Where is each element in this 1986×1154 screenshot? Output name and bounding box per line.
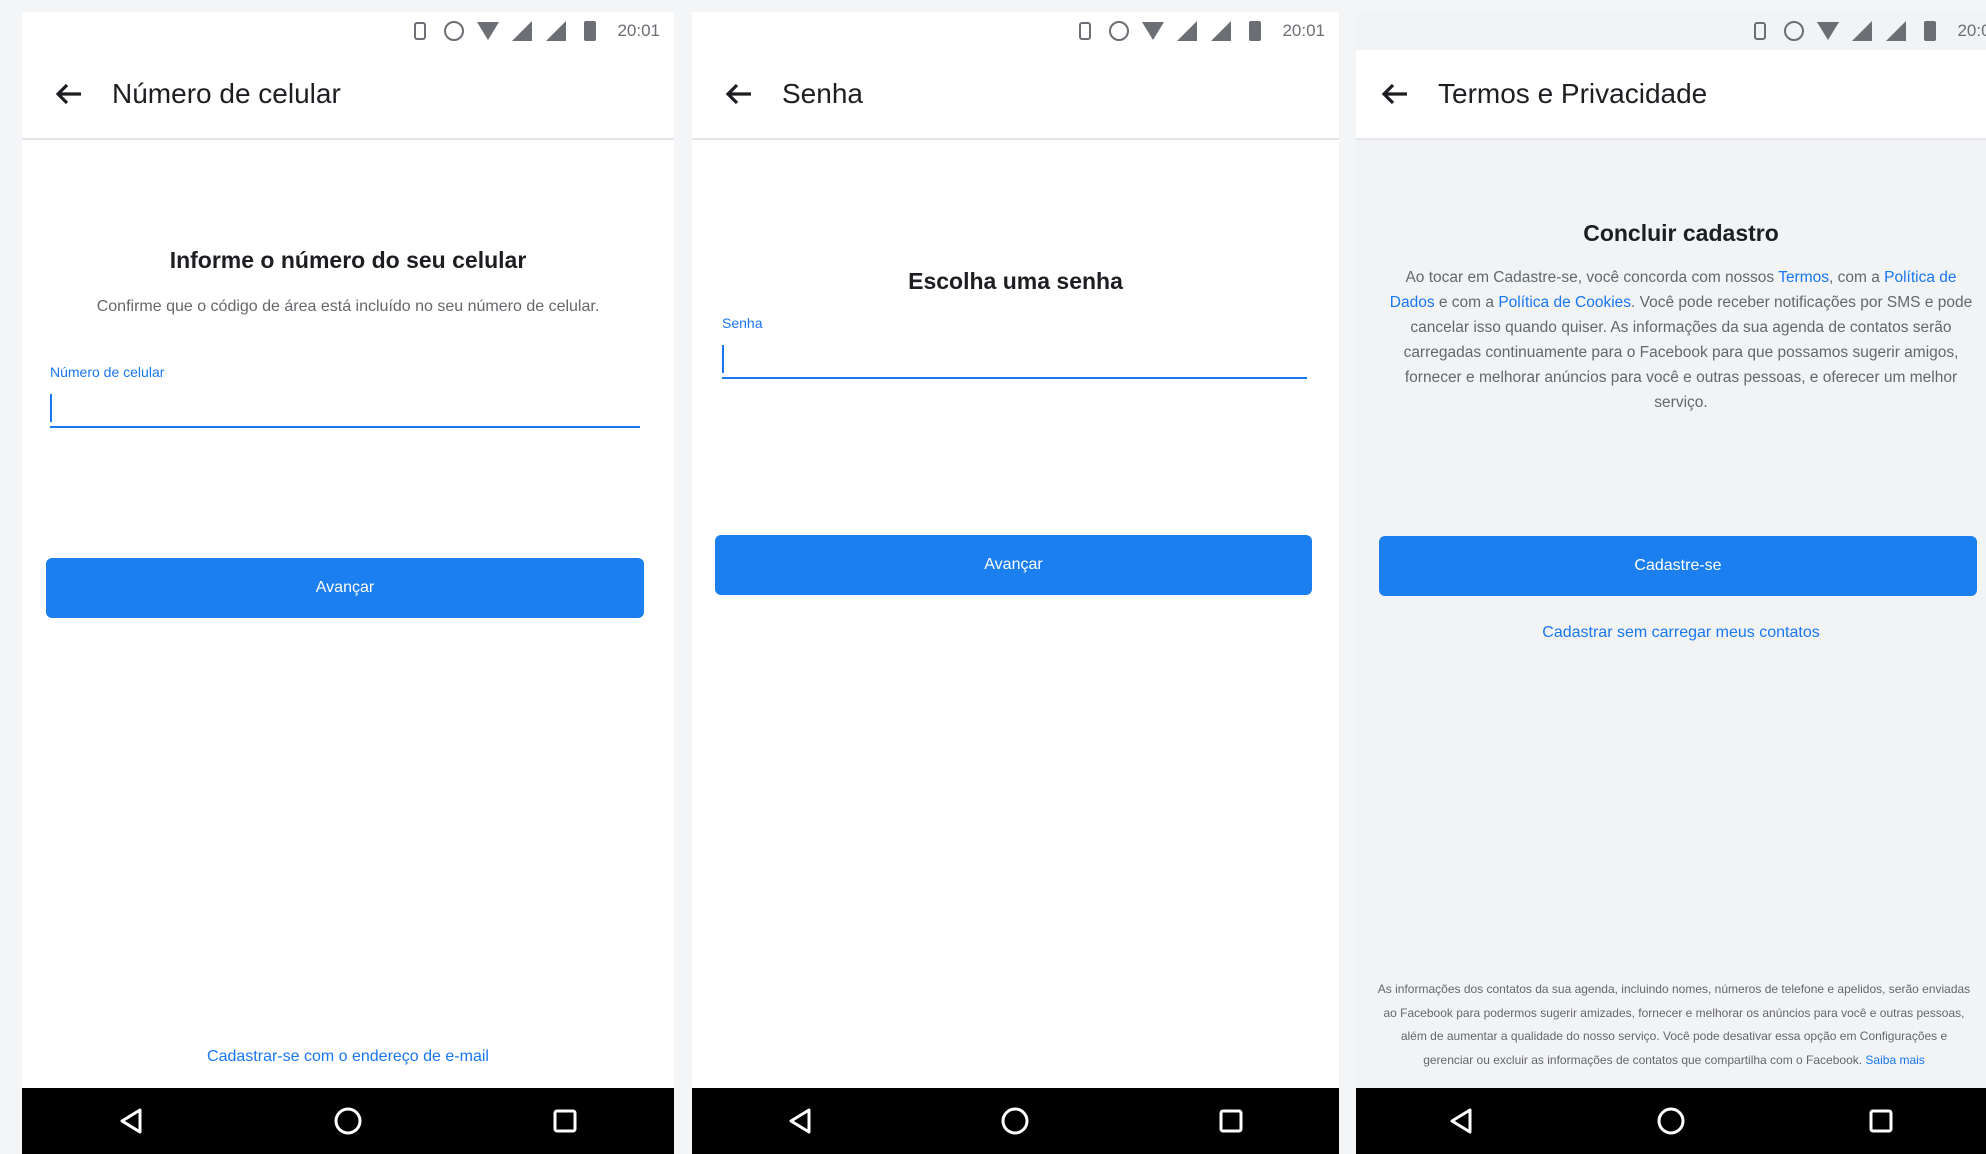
next-button[interactable]: Avançar — [715, 535, 1312, 595]
home-nav-button[interactable] — [985, 1091, 1045, 1151]
square-recents-icon — [1219, 1109, 1243, 1133]
app-bar: Senha — [692, 50, 1339, 140]
status-bar: 20:01 — [22, 12, 674, 50]
cookie-policy-link[interactable]: Política de Cookies — [1498, 294, 1631, 311]
screen-phone-number: 20:01 Número de celular Informe o número… — [22, 12, 674, 1154]
signup-without-contacts-link[interactable]: Cadastrar sem carregar meus contatos — [1376, 624, 1986, 642]
home-nav-button[interactable] — [318, 1091, 378, 1151]
phone-number-field: Número de celular — [50, 364, 640, 428]
nav-bar — [22, 1088, 674, 1154]
contacts-info-text: As informações dos contatos da sua agend… — [1376, 978, 1972, 1072]
signup-button[interactable]: Cadastre-se — [1379, 536, 1977, 596]
back-button[interactable] — [40, 65, 98, 123]
password-input[interactable] — [722, 341, 1307, 379]
signal-icon — [1883, 18, 1909, 44]
status-time: 20:01 — [617, 21, 660, 40]
status-time: 20:01 — [1957, 21, 1986, 40]
text-cursor — [50, 394, 52, 422]
vibrate-icon — [407, 18, 433, 44]
text-cursor — [722, 345, 724, 373]
next-button[interactable]: Avançar — [46, 558, 644, 618]
field-label: Número de celular — [50, 364, 165, 380]
status-time: 20:01 — [1282, 21, 1325, 40]
screen-password: 20:01 Senha Escolha uma senha Senha Avan… — [692, 12, 1339, 1154]
wifi-icon — [1815, 18, 1841, 44]
arrow-left-icon — [55, 83, 81, 105]
subtitle: Confirme que o código de área está inclu… — [96, 298, 600, 315]
terms-text-part: . Você pode receber notificações por SMS… — [1403, 294, 1973, 411]
nav-bar — [692, 1088, 1339, 1154]
back-button[interactable] — [1366, 65, 1424, 123]
signal-icon — [543, 18, 569, 44]
signal-icon — [1208, 18, 1234, 44]
password-field: Senha — [722, 315, 1307, 379]
status-bar: 20:01 — [1356, 12, 1986, 50]
alarm-icon — [441, 18, 467, 44]
battery-icon — [1242, 18, 1268, 44]
page-title: Senha — [782, 78, 863, 109]
signal-icon — [1849, 18, 1875, 44]
recents-nav-button[interactable] — [1201, 1091, 1261, 1151]
learn-more-link[interactable]: Saiba mais — [1865, 1053, 1924, 1067]
arrow-left-icon — [1381, 83, 1407, 105]
back-nav-button[interactable] — [770, 1091, 830, 1151]
heading: Escolha uma senha — [908, 268, 1123, 294]
triangle-back-icon — [1450, 1108, 1472, 1134]
square-recents-icon — [553, 1109, 577, 1133]
signup-with-email-link[interactable]: Cadastrar-se com o endereço de e-mail — [22, 1048, 674, 1066]
phone-number-input[interactable] — [50, 390, 640, 428]
signal-icon — [1174, 18, 1200, 44]
home-circle-icon — [1001, 1107, 1029, 1135]
back-button[interactable] — [710, 65, 768, 123]
vibrate-icon — [1072, 18, 1098, 44]
screen-terms-privacy: 20:01 Termos e Privacidade Concluir cada… — [1356, 12, 1986, 1154]
signal-icon — [509, 18, 535, 44]
home-circle-icon — [1657, 1107, 1685, 1135]
terms-text-part: , com a — [1829, 269, 1885, 286]
recents-nav-button[interactable] — [535, 1091, 595, 1151]
alarm-icon — [1106, 18, 1132, 44]
nav-bar — [1356, 1088, 1986, 1154]
page-title: Termos e Privacidade — [1438, 78, 1708, 109]
triangle-back-icon — [120, 1108, 142, 1134]
app-bar: Termos e Privacidade — [1356, 50, 1986, 140]
status-bar: 20:01 — [692, 12, 1339, 50]
home-nav-button[interactable] — [1641, 1091, 1701, 1151]
terms-link[interactable]: Termos — [1778, 269, 1829, 286]
battery-icon — [1917, 18, 1943, 44]
back-nav-button[interactable] — [101, 1091, 161, 1151]
field-label: Senha — [722, 315, 763, 331]
square-recents-icon — [1869, 1109, 1893, 1133]
heading: Informe o número do seu celular — [169, 247, 527, 273]
triangle-back-icon — [789, 1108, 811, 1134]
battery-icon — [577, 18, 603, 44]
page-title: Número de celular — [112, 78, 341, 109]
home-circle-icon — [334, 1107, 362, 1135]
wifi-icon — [475, 18, 501, 44]
app-bar: Número de celular — [22, 50, 674, 140]
wifi-icon — [1140, 18, 1166, 44]
back-nav-button[interactable] — [1431, 1091, 1491, 1151]
recents-nav-button[interactable] — [1851, 1091, 1911, 1151]
vibrate-icon — [1747, 18, 1773, 44]
terms-text-part: Ao tocar em Cadastre-se, você concorda c… — [1405, 269, 1779, 286]
alarm-icon — [1781, 18, 1807, 44]
terms-text: Ao tocar em Cadastre-se, você concorda c… — [1382, 265, 1980, 415]
heading: Concluir cadastro — [1583, 220, 1779, 246]
arrow-left-icon — [725, 83, 751, 105]
terms-text-part: e com a — [1434, 294, 1499, 311]
